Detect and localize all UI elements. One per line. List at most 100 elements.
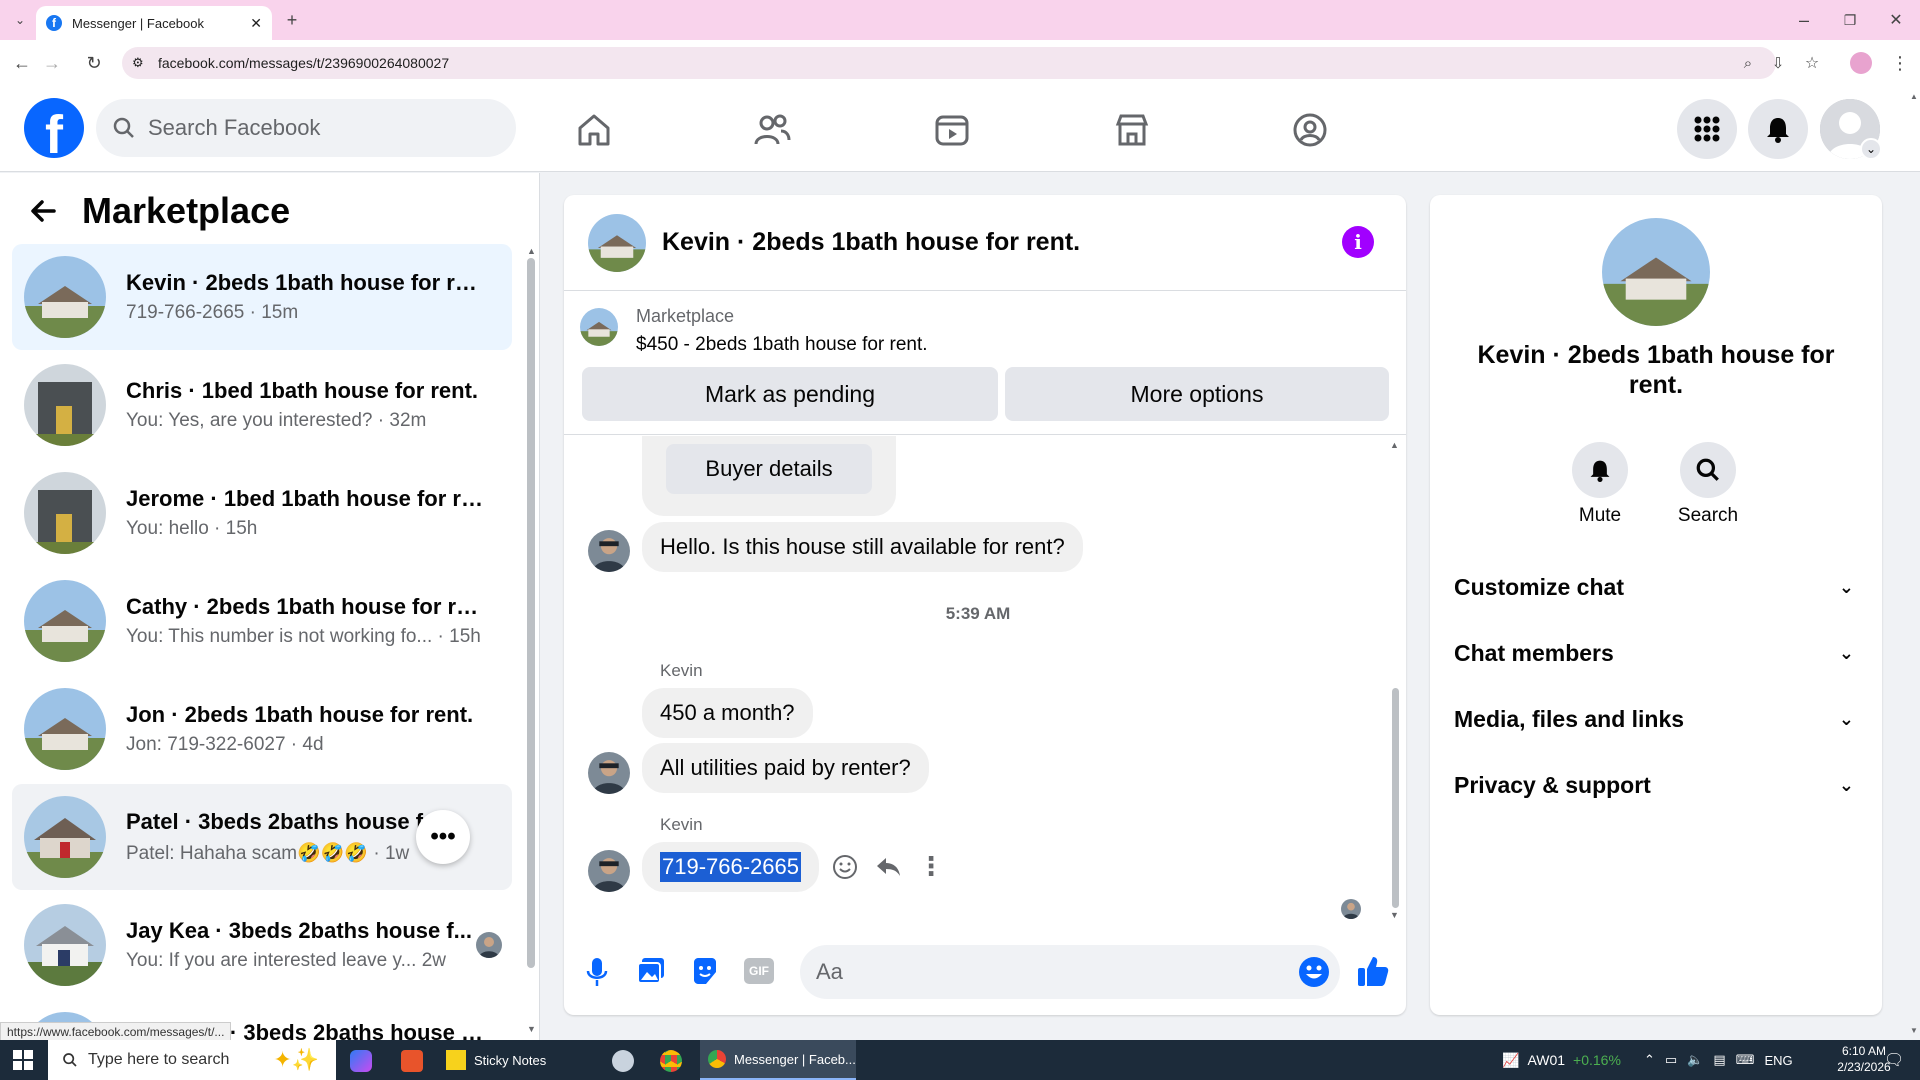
divider bbox=[564, 434, 1406, 435]
windows-start-icon[interactable] bbox=[13, 1050, 33, 1070]
privacy-support-section[interactable]: Privacy & support ⌄ bbox=[1454, 772, 1854, 799]
system-tray[interactable]: ⌃ ▭ 🔈 ▤ ⌨ ENG bbox=[1644, 1040, 1793, 1080]
taskbar-messenger-window[interactable]: Messenger | Faceb... bbox=[700, 1040, 856, 1080]
copilot-icon[interactable] bbox=[350, 1050, 372, 1072]
minimize-icon[interactable]: – bbox=[1790, 6, 1818, 34]
chrome-menu-icon[interactable]: ⋮ bbox=[1886, 49, 1914, 77]
gif-icon[interactable]: GIF bbox=[744, 958, 774, 984]
conversation-item[interactable]: Jay Kea · 3beds 2baths house f... You: If… bbox=[12, 892, 512, 998]
message-bubble[interactable]: Hello. Is this house still available for… bbox=[642, 522, 1083, 572]
app-icon[interactable] bbox=[612, 1050, 634, 1072]
back-arrow-icon[interactable] bbox=[28, 196, 58, 226]
new-tab-icon[interactable]: + bbox=[278, 6, 306, 34]
language-indicator[interactable]: ENG bbox=[1764, 1053, 1792, 1068]
close-tab-icon[interactable]: ✕ bbox=[250, 15, 262, 32]
back-icon[interactable]: ← bbox=[8, 49, 36, 77]
page-scroll-up-icon[interactable]: ▲ bbox=[1910, 92, 1918, 101]
taskbar-search-input[interactable]: Type here to search ✦✨ bbox=[48, 1040, 336, 1080]
mark-as-pending-button[interactable]: Mark as pending bbox=[582, 367, 998, 421]
emoji-picker-icon[interactable] bbox=[1298, 956, 1330, 988]
address-bar[interactable]: ⚙ facebook.com/messages/t/23969002640800… bbox=[122, 47, 1776, 79]
tab-title: Messenger | Facebook bbox=[72, 15, 204, 31]
chat-scroll-down-icon[interactable]: ▼ bbox=[1390, 910, 1399, 920]
reply-icon[interactable] bbox=[874, 854, 902, 880]
mute-label: Mute bbox=[1578, 505, 1622, 526]
selected-phone-text[interactable]: 719-766-2665 bbox=[660, 852, 802, 882]
react-emoji-icon[interactable] bbox=[832, 854, 858, 880]
thumbs-up-icon[interactable] bbox=[1356, 954, 1390, 988]
photo-icon[interactable] bbox=[636, 956, 666, 986]
chat-members-section[interactable]: Chat members ⌄ bbox=[1454, 640, 1854, 667]
stock-widget[interactable]: 📈 AW01 +0.16% bbox=[1502, 1040, 1621, 1080]
page-scroll-down-icon[interactable]: ▼ bbox=[1910, 1026, 1918, 1035]
bell-icon bbox=[1767, 118, 1789, 143]
chat-scrollbar[interactable] bbox=[1392, 688, 1399, 908]
message-bubble[interactable]: 719-766-2665 bbox=[642, 842, 820, 892]
zoom-icon[interactable]: ⌕ bbox=[1734, 49, 1762, 77]
forward-icon[interactable]: → bbox=[38, 49, 66, 77]
conversation-more-button[interactable]: ••• bbox=[416, 810, 470, 864]
reload-icon[interactable]: ↻ bbox=[80, 49, 108, 77]
mute-button[interactable] bbox=[1572, 442, 1628, 498]
friends-icon[interactable] bbox=[752, 110, 792, 150]
section-label: Media, files and links bbox=[1454, 706, 1685, 732]
microphone-icon[interactable] bbox=[584, 956, 610, 988]
left-scrollbar[interactable] bbox=[527, 258, 535, 968]
marketplace-icon[interactable] bbox=[1112, 110, 1152, 150]
conversation-item[interactable]: Jerome · 1bed 1bath house for re... You: … bbox=[12, 460, 512, 566]
site-info-icon[interactable]: ⚙ bbox=[132, 55, 144, 71]
stock-change: +0.16% bbox=[1573, 1052, 1621, 1068]
facebook-search-input[interactable]: Search Facebook bbox=[96, 99, 516, 157]
search-in-conversation-button[interactable] bbox=[1680, 442, 1736, 498]
chevron-up-icon[interactable]: ⌃ bbox=[1644, 1052, 1655, 1068]
media-files-links-section[interactable]: Media, files and links ⌄ bbox=[1454, 706, 1854, 733]
composer-placeholder: Aa bbox=[816, 959, 843, 984]
conversation-item[interactable]: Jon · 2beds 1bath house for rent. Jon: 71… bbox=[12, 676, 512, 782]
menu-grid-button[interactable] bbox=[1677, 99, 1737, 159]
tab-list-icon[interactable]: ⌄ bbox=[6, 6, 34, 34]
conversation-item[interactable]: Kevin · 2beds 1bath house for rent. 719-7… bbox=[12, 244, 512, 350]
conversation-name: Cathy · 2beds 1bath house for rent. bbox=[126, 594, 486, 619]
contact-avatar[interactable] bbox=[1602, 218, 1710, 326]
info-icon[interactable]: i bbox=[1342, 226, 1374, 258]
sender-avatar bbox=[588, 850, 630, 892]
profile-icon[interactable] bbox=[1850, 52, 1872, 74]
more-options-button[interactable]: More options bbox=[1005, 367, 1389, 421]
account-chevron-down-icon[interactable]: ⌄ bbox=[1860, 138, 1882, 160]
messenger-window-label: Messenger | Faceb... bbox=[734, 1051, 856, 1067]
read-receipt-avatar bbox=[476, 932, 502, 958]
sticker-icon[interactable] bbox=[690, 956, 720, 986]
message-composer-input[interactable]: Aa bbox=[800, 945, 1340, 999]
listing-thumbnail bbox=[24, 364, 106, 446]
taskbar-sticky-notes[interactable]: Sticky Notes bbox=[446, 1040, 546, 1080]
conversation-preview: Jon: 719-322-6027 · 4d bbox=[126, 734, 324, 755]
groups-icon[interactable] bbox=[1290, 110, 1330, 150]
install-app-icon[interactable]: ⇩ bbox=[1764, 49, 1792, 77]
buyer-details-button[interactable]: Buyer details bbox=[666, 444, 872, 494]
scroll-up-icon[interactable]: ▲ bbox=[527, 246, 536, 256]
chrome-icon[interactable] bbox=[660, 1050, 682, 1072]
close-window-icon[interactable]: ✕ bbox=[1882, 6, 1910, 34]
conversation-preview: You: Yes, are you interested? · 32m bbox=[126, 410, 427, 431]
notification-center-icon[interactable]: 🗨 bbox=[1884, 1050, 1904, 1070]
home-icon[interactable] bbox=[574, 110, 614, 150]
facebook-logo-icon[interactable]: f bbox=[24, 98, 84, 158]
conversation-item[interactable]: Cathy · 2beds 1bath house for rent. You: … bbox=[12, 568, 512, 674]
chat-avatar[interactable] bbox=[588, 213, 646, 272]
message-bubble[interactable]: All utilities paid by renter? bbox=[642, 743, 929, 793]
message-more-icon[interactable]: ⋮ bbox=[918, 851, 944, 882]
scroll-down-icon[interactable]: ▼ bbox=[527, 1024, 536, 1034]
notifications-button[interactable] bbox=[1748, 99, 1808, 159]
restore-icon[interactable]: ❐ bbox=[1836, 6, 1864, 34]
chat-scroll-up-icon[interactable]: ▲ bbox=[1390, 440, 1399, 450]
chat-title[interactable]: Kevin · 2beds 1bath house for rent. bbox=[662, 228, 1080, 257]
conversation-item[interactable]: Chris · 1bed 1bath house for rent. You: Y… bbox=[12, 352, 512, 458]
listing-text[interactable]: $450 - 2beds 1bath house for rent. bbox=[636, 334, 928, 356]
message-bubble[interactable]: 450 a month? bbox=[642, 688, 813, 738]
bookmark-star-icon[interactable]: ☆ bbox=[1798, 49, 1826, 77]
watch-video-icon[interactable] bbox=[932, 110, 972, 150]
app-icon[interactable] bbox=[401, 1050, 423, 1072]
browser-tab[interactable]: f Messenger | Facebook ✕ bbox=[36, 6, 272, 40]
facebook-search-placeholder: Search Facebook bbox=[148, 115, 321, 140]
customize-chat-section[interactable]: Customize chat ⌄ bbox=[1454, 574, 1854, 601]
